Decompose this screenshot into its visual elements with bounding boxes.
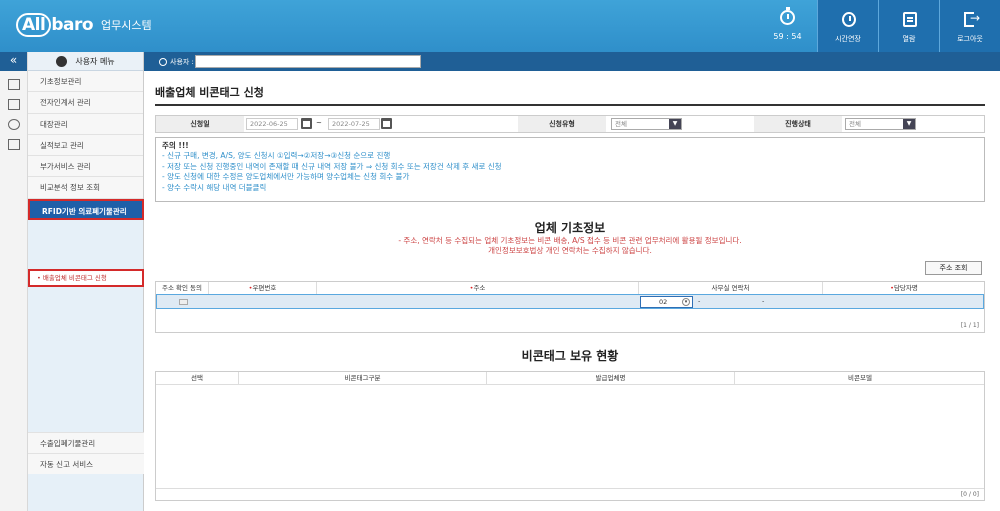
- type-label: 신청유형: [518, 116, 606, 132]
- sidebar-item-e-handover[interactable]: 전자인계서 관리: [28, 92, 143, 114]
- date-from-input[interactable]: 2022-06-25: [246, 118, 298, 130]
- title-divider: [155, 104, 985, 106]
- chevron-down-icon: ▼: [669, 119, 681, 129]
- system-name: 업무시스템: [101, 19, 152, 32]
- chevron-down-icon: ▼: [903, 119, 915, 129]
- timer-text: 59 : 54: [773, 32, 802, 41]
- status-label: 진행상태: [754, 116, 842, 132]
- calendar-icon[interactable]: [301, 118, 312, 129]
- notice-line: - 신규 구매, 변경, A/S, 양도 신청시 ①입력→②저장→③신청 순으로…: [162, 151, 391, 160]
- sidebar-item-auto-report[interactable]: 자동 신고 서비스: [28, 453, 144, 474]
- collapse-icon[interactable]: «: [0, 52, 27, 71]
- phone-separator: -: [698, 297, 701, 305]
- sidebar-item-compare[interactable]: 비교분석 정보 조회: [28, 177, 143, 199]
- side-navigation: 사용자 메뉴 기초정보관리 전자인계서 관리 대장관리 실적보고 관리 부가서비…: [28, 52, 144, 511]
- extend-time-button[interactable]: 시간연장: [817, 0, 878, 52]
- page-title: 배출업체 비콘태그 신청: [155, 86, 264, 99]
- address-search-button[interactable]: 주소 조회: [925, 261, 982, 275]
- row-count: [1 / 1]: [960, 322, 979, 329]
- date-to-input[interactable]: 2022-07-25: [328, 118, 380, 130]
- column-header: 비콘태그구분: [239, 372, 487, 384]
- logo-all: All: [16, 13, 52, 37]
- app-header: Allbaro 업무시스템 59 : 54 시간연장 열람 로그아웃: [0, 0, 1000, 52]
- beacon-grid: 선택 비콘태그구분 발급업체명 비콘모델 [0 / 0]: [155, 371, 985, 501]
- notice-line: - 저장 또는 신청 진행중인 내역이 존재할 때 신규 내역 저장 불가 ⇒ …: [162, 161, 502, 171]
- sidebar-item-addon[interactable]: 부가서비스 관리: [28, 156, 143, 178]
- notice-box: 주의 !!! - 신규 구매, 변경, A/S, 양도 신청시 ①입력→②저장→…: [155, 137, 985, 202]
- table-row[interactable]: 02 ▾ - -: [156, 294, 984, 309]
- stopwatch-icon: [780, 7, 795, 25]
- logout-button[interactable]: 로그아웃: [939, 0, 1000, 52]
- sidebar-item-ledger[interactable]: 대장관리: [28, 113, 143, 135]
- date-separator: ~: [316, 119, 322, 127]
- user-input[interactable]: [195, 55, 421, 68]
- phone-separator: -: [762, 297, 765, 305]
- logout-icon: [964, 11, 980, 27]
- column-header: 사무실 연락처: [639, 282, 823, 294]
- address-consent-checkbox[interactable]: [179, 299, 188, 305]
- notice-line: - 양도 신청에 대한 수정은 양도업체에서만 가능하며 양수업체는 신청 회수…: [162, 172, 410, 181]
- user-label: 사용자 :: [170, 58, 194, 66]
- phone-prefix-select[interactable]: 02 ▾: [640, 296, 693, 308]
- column-header: •주소: [317, 282, 639, 294]
- allbaro-logo[interactable]: All baro 업무시스템: [16, 12, 152, 38]
- date-label: 신청일: [156, 116, 244, 132]
- document-icon: [903, 12, 917, 27]
- column-header: 주소 확인 동의: [156, 282, 209, 294]
- view-button[interactable]: 열람: [878, 0, 939, 52]
- sidebar-item-report[interactable]: 실적보고 관리: [28, 134, 143, 157]
- column-header: 발급업체명: [487, 372, 735, 384]
- column-header: 선택: [156, 372, 239, 384]
- column-header: •담당자명: [890, 284, 918, 292]
- session-timer: 59 : 54: [760, 0, 815, 52]
- sidebar-item-rfid[interactable]: RFID기반 의료폐기물관리: [28, 198, 144, 221]
- row-count: [0 / 0]: [960, 491, 979, 498]
- sidebar-item-basic-info[interactable]: 기초정보관리: [28, 71, 143, 93]
- logo-baro: baro: [51, 15, 94, 35]
- company-grid: 주소 확인 동의 •우편번호 •주소 사무실 연락처 •담당자명 02 ▾ - -…: [155, 281, 985, 333]
- status-select[interactable]: 전체 ▼: [845, 118, 916, 130]
- column-header: 비콘모델: [848, 374, 872, 382]
- company-section-title: 업체 기초정보: [534, 221, 606, 235]
- globe-icon[interactable]: [7, 119, 20, 130]
- notice-line: - 양수 수락시 해당 내역 더블클릭: [162, 182, 267, 192]
- clock-icon: [842, 12, 856, 27]
- type-select[interactable]: 전체 ▼: [611, 118, 682, 130]
- sidebar-subitem-beacon-request[interactable]: • 배출업체 비콘태그 신청: [28, 269, 144, 287]
- calendar-icon[interactable]: [381, 118, 392, 129]
- icon-sidebar: «: [0, 52, 28, 511]
- header-divider: [156, 384, 984, 385]
- company-section-note2: 개인정보보호법상 개인 연락처는 수집하지 않습니다.: [488, 246, 652, 255]
- notice-title: 주의 !!!: [162, 141, 189, 150]
- column-header: •우편번호: [209, 282, 317, 294]
- user-icon: [159, 58, 167, 66]
- folder-icon[interactable]: [7, 139, 20, 150]
- search-filter: 신청일 2022-06-25 ~ 2022-07-25 신청유형 전체 ▼ 진행상…: [155, 115, 985, 133]
- menu-icon: [56, 56, 68, 67]
- user-strip: 사용자 :: [144, 52, 1000, 71]
- sidebar-item-import-export[interactable]: 수출입폐기물관리: [28, 432, 144, 453]
- menu-header: 사용자 메뉴: [28, 52, 143, 71]
- footer-divider: [156, 488, 984, 489]
- form-icon[interactable]: [7, 79, 20, 90]
- chevron-down-icon: ▾: [682, 298, 690, 306]
- beacon-section-title: 비콘태그 보유 현황: [521, 349, 619, 363]
- monitor-icon[interactable]: [7, 99, 20, 110]
